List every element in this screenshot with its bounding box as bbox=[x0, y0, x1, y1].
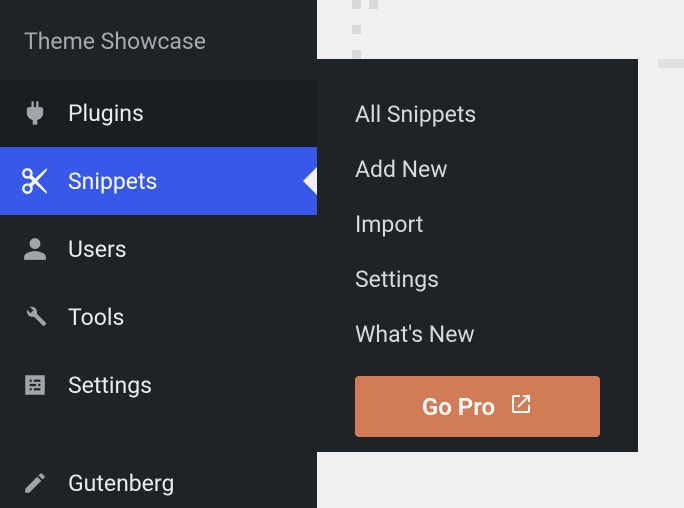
sidebar-item-settings[interactable]: Settings bbox=[0, 351, 317, 419]
sidebar-item-label: Plugins bbox=[68, 100, 144, 127]
submenu-item-whats-new[interactable]: What's New bbox=[317, 307, 638, 362]
sidebar-item-label: Users bbox=[68, 236, 127, 263]
submenu-item-all-snippets[interactable]: All Snippets bbox=[317, 87, 638, 142]
wrench-icon bbox=[18, 304, 52, 330]
pencil-icon bbox=[18, 470, 52, 496]
submenu-item-settings[interactable]: Settings bbox=[317, 252, 638, 307]
sidebar-separator bbox=[0, 419, 317, 449]
submenu-item-label: Add New bbox=[355, 156, 448, 183]
sidebar-link-label: Theme Showcase bbox=[24, 28, 206, 55]
active-indicator bbox=[303, 167, 317, 195]
sidebar-item-snippets[interactable]: Snippets bbox=[0, 147, 317, 215]
sidebar-link-theme-showcase[interactable]: Theme Showcase bbox=[0, 0, 317, 79]
go-pro-label: Go Pro bbox=[422, 393, 495, 421]
submenu-item-label: What's New bbox=[355, 321, 475, 348]
submenu-snippets: All Snippets Add New Import Settings Wha… bbox=[317, 59, 638, 452]
sidebar-item-users[interactable]: Users bbox=[0, 215, 317, 283]
sidebar-item-plugins[interactable]: Plugins bbox=[0, 79, 317, 147]
submenu-item-add-new[interactable]: Add New bbox=[317, 142, 638, 197]
sidebar-item-tools[interactable]: Tools bbox=[0, 283, 317, 351]
sidebar-item-label: Settings bbox=[68, 372, 152, 399]
scissors-icon bbox=[18, 167, 52, 195]
go-pro-button[interactable]: Go Pro bbox=[355, 376, 600, 437]
submenu-item-label: Import bbox=[355, 211, 423, 238]
submenu-item-label: Settings bbox=[355, 266, 439, 293]
submenu-item-label: All Snippets bbox=[355, 101, 476, 128]
sidebar-item-label: Snippets bbox=[68, 168, 157, 195]
submenu-item-import[interactable]: Import bbox=[317, 197, 638, 252]
sliders-icon bbox=[18, 372, 52, 398]
plug-icon bbox=[18, 99, 52, 127]
sidebar-item-gutenberg[interactable]: Gutenberg bbox=[0, 449, 317, 508]
sidebar-item-label: Tools bbox=[68, 304, 124, 331]
decoration-box bbox=[658, 59, 684, 68]
external-link-icon bbox=[509, 392, 533, 422]
user-icon bbox=[18, 236, 52, 262]
admin-sidebar: Theme Showcase Plugins Snippets Users bbox=[0, 0, 317, 508]
sidebar-item-label: Gutenberg bbox=[68, 470, 174, 497]
